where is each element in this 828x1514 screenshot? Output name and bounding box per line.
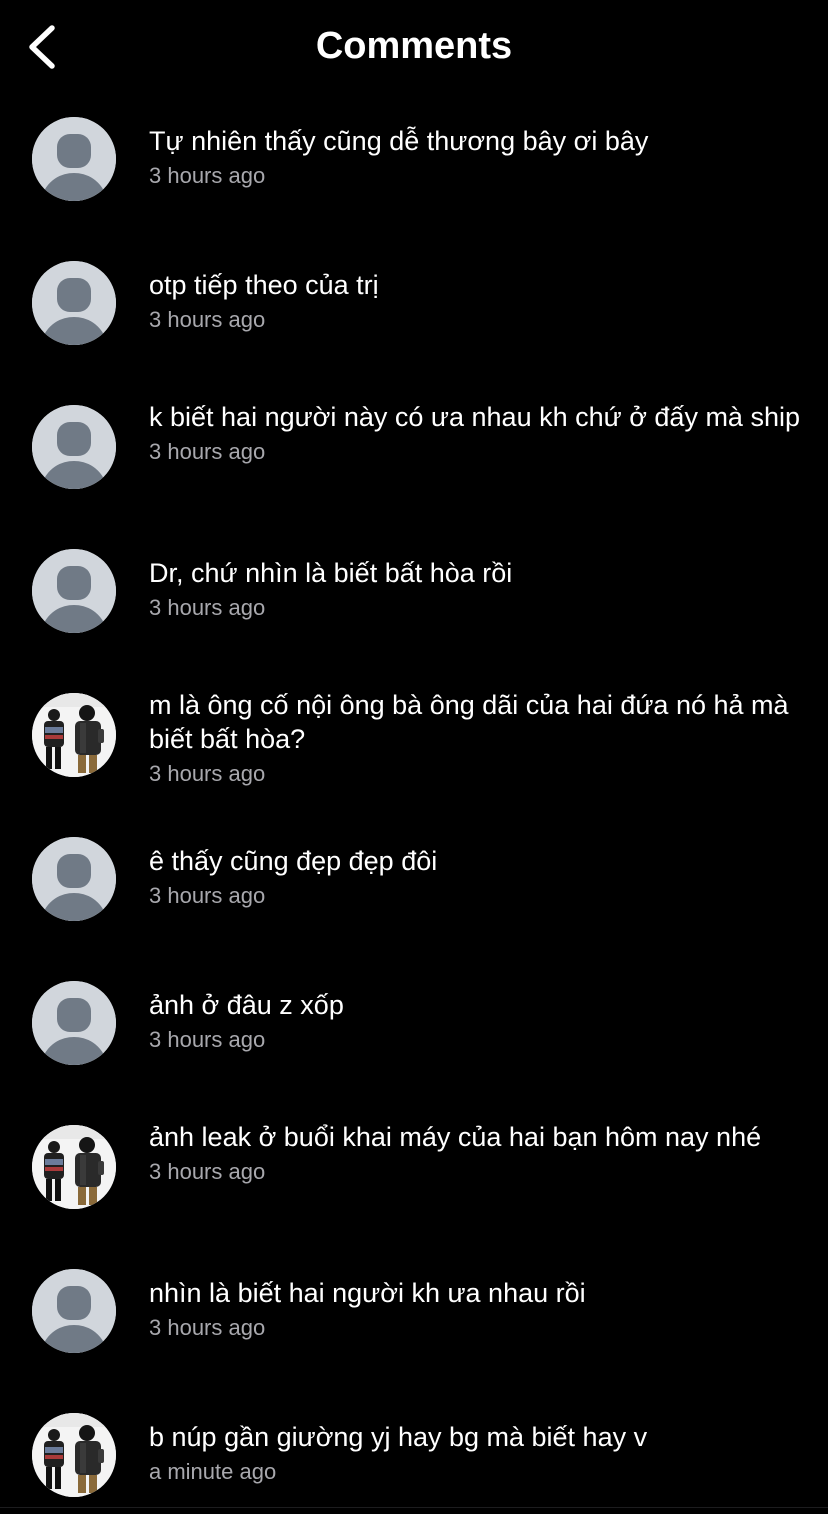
default-avatar-icon	[32, 1269, 116, 1353]
avatar[interactable]	[32, 261, 116, 345]
divider	[0, 1507, 828, 1508]
comment-text: nhìn là biết hai người kh ưa nhau rồi	[149, 1278, 586, 1308]
comment-body: Tự nhiên thấy cũng dễ thương bây ơi bây 3…	[149, 124, 809, 190]
comment-body: Dr, chứ nhìn là biết bất hòa rồi 3 hours …	[149, 556, 809, 622]
default-avatar-icon	[32, 549, 116, 633]
avatar[interactable]	[32, 549, 116, 633]
comment-timestamp: 3 hours ago	[149, 761, 266, 786]
comment-timestamp: 3 hours ago	[149, 163, 266, 188]
comment-timestamp: 3 hours ago	[149, 883, 266, 908]
comment-body: k biết hai người này có ưa nhau kh chứ ở…	[149, 400, 809, 466]
comment-text: b núp gần giường yj hay bg mà biết hay v	[149, 1422, 648, 1452]
comment-timestamp: a minute ago	[149, 1459, 277, 1484]
comment-body: m là ông cố nội ông bà ông dãi của hai đ…	[149, 688, 809, 788]
avatar[interactable]	[32, 1413, 116, 1497]
default-avatar-icon	[32, 261, 116, 345]
comment-text: otp tiếp theo của trị	[149, 270, 379, 300]
comment-body: b núp gần giường yj hay bg mà biết hay v…	[149, 1420, 809, 1486]
default-avatar-icon	[32, 981, 116, 1065]
avatar[interactable]	[32, 405, 116, 489]
comment-timestamp: 3 hours ago	[149, 1315, 266, 1340]
comment-timestamp: 3 hours ago	[149, 307, 266, 332]
default-avatar-icon	[32, 117, 116, 201]
comment-text: k biết hai người này có ưa nhau kh chứ ở…	[149, 402, 800, 432]
page-title: Comments	[315, 25, 513, 67]
comment-text: Dr, chứ nhìn là biết bất hòa rồi	[149, 558, 513, 588]
comment-text: Tự nhiên thấy cũng dễ thương bây ơi bây	[149, 126, 649, 156]
comment-body: ảnh leak ở buổi khai máy của hai bạn hôm…	[149, 1120, 809, 1186]
comment-timestamp: 3 hours ago	[149, 1027, 266, 1052]
comment-timestamp: 3 hours ago	[149, 1159, 266, 1184]
comment-text: ê thấy cũng đẹp đẹp đôi	[149, 846, 438, 876]
comment-timestamp: 3 hours ago	[149, 595, 266, 620]
default-avatar-icon	[32, 837, 116, 921]
avatar[interactable]	[32, 1269, 116, 1353]
profile-photo-icon	[32, 693, 116, 777]
comment-body: otp tiếp theo của trị 3 hours ago	[149, 268, 809, 334]
header-bar: Comments	[0, 0, 828, 92]
comment-body: nhìn là biết hai người kh ưa nhau rồi 3 h…	[149, 1276, 809, 1342]
comment-text: ảnh ở đâu z xốp	[149, 990, 344, 1020]
default-avatar-icon	[32, 405, 116, 489]
comment-body: ê thấy cũng đẹp đẹp đôi 3 hours ago	[149, 844, 809, 910]
profile-photo-icon	[32, 1125, 116, 1209]
avatar[interactable]	[32, 693, 116, 777]
comment-text: m là ông cố nội ông bà ông dãi của hai đ…	[149, 690, 789, 754]
avatar[interactable]	[32, 1125, 116, 1209]
comment-body: ảnh ở đâu z xốp 3 hours ago	[149, 988, 809, 1054]
comment-timestamp: 3 hours ago	[149, 439, 266, 464]
avatar[interactable]	[32, 837, 116, 921]
comment-text: ảnh leak ở buổi khai máy của hai bạn hôm…	[149, 1122, 762, 1152]
profile-photo-icon	[32, 1413, 116, 1497]
avatar[interactable]	[32, 981, 116, 1065]
avatar[interactable]	[32, 117, 116, 201]
